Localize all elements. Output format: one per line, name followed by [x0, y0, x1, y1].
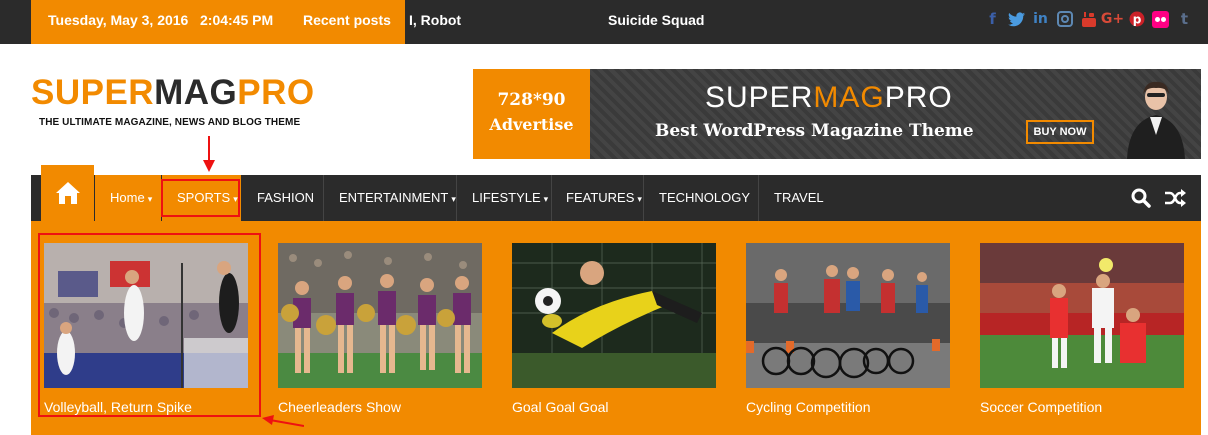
post-title: Soccer Competition: [980, 399, 1103, 415]
tumblr-icon[interactable]: t: [1175, 10, 1194, 29]
highlight-box-post: [38, 233, 261, 417]
chevron-down-icon: ▾: [147, 194, 153, 204]
mega-post-card[interactable]: Cycling Competition: [746, 243, 950, 415]
post-thumbnail: [980, 243, 1184, 388]
nav-item-technology[interactable]: TECHNOLOGY: [644, 175, 759, 221]
twitter-icon[interactable]: [1007, 10, 1026, 29]
chevron-down-icon: ▾: [637, 194, 642, 204]
nav-item-entertainment[interactable]: ENTERTAINMENT ▾: [324, 175, 457, 221]
google-plus-icon[interactable]: G+: [1101, 10, 1124, 29]
annotation-arrow-left: [262, 415, 304, 427]
ad-model-image: [1127, 81, 1185, 159]
social-links: f in G+ p t: [983, 8, 1194, 30]
ad-brand: SUPERMAGPRO: [705, 81, 953, 114]
ticker-item[interactable]: Suicide Squad: [608, 0, 704, 40]
top-bar: Tuesday, May 3, 2016 2:04:45 PM Recent p…: [0, 0, 1208, 44]
ad-subtitle: Best WordPress Magazine Theme: [655, 121, 974, 141]
ad-placeholder: 728*90 Advertise: [473, 69, 590, 159]
nav-item-fashion[interactable]: FASHION: [242, 175, 324, 221]
ad-advertise-label: Advertise: [489, 115, 574, 134]
flickr-icon[interactable]: [1151, 10, 1170, 29]
highlight-box-sports: [161, 179, 240, 217]
chevron-down-icon: ▾: [543, 194, 549, 204]
nav-item-travel[interactable]: TRAVEL: [759, 175, 839, 221]
site-tagline: THE ULTIMATE MAGAZINE, NEWS AND BLOG THE…: [39, 117, 301, 128]
home-button[interactable]: [41, 165, 94, 221]
instagram-icon[interactable]: [1055, 10, 1074, 29]
recent-posts-label: Recent posts: [287, 0, 405, 44]
post-thumbnail: [512, 243, 716, 388]
nav-item-home[interactable]: Home ▾: [95, 175, 161, 221]
post-title: Goal Goal Goal: [512, 399, 609, 415]
mega-post-card[interactable]: Cheerleaders Show: [278, 243, 482, 415]
nav-item-features[interactable]: FEATURES ▾: [551, 175, 644, 221]
site-logo[interactable]: SUPERMAGPRO: [31, 73, 315, 113]
annotation-arrow-down: [203, 136, 215, 172]
post-thumbnail: [746, 243, 950, 388]
pinterest-icon[interactable]: p: [1127, 10, 1146, 29]
nav-item-lifestyle[interactable]: LIFESTYLE ▾: [457, 175, 552, 221]
youtube-icon[interactable]: [1079, 10, 1098, 29]
search-icon[interactable]: [1130, 187, 1152, 209]
home-icon: [55, 182, 80, 204]
ad-buy-now-button[interactable]: BUY NOW: [1026, 120, 1094, 144]
current-date: Tuesday, May 3, 2016: [48, 12, 189, 28]
svg-text:p: p: [1132, 13, 1141, 27]
shuffle-icon[interactable]: [1164, 187, 1186, 209]
date-time: Tuesday, May 3, 2016 2:04:45 PM: [31, 0, 287, 44]
mega-post-card[interactable]: Goal Goal Goal: [512, 243, 716, 415]
chevron-down-icon: ▾: [451, 194, 456, 204]
current-time: 2:04:45 PM: [200, 12, 274, 28]
facebook-icon[interactable]: f: [983, 10, 1002, 29]
mega-post-card[interactable]: Soccer Competition: [980, 243, 1184, 415]
post-title: Cheerleaders Show: [278, 399, 401, 415]
linkedin-icon[interactable]: in: [1031, 10, 1050, 29]
post-thumbnail: [278, 243, 482, 388]
post-title: Cycling Competition: [746, 399, 871, 415]
ticker-item[interactable]: I, Robot: [409, 0, 461, 40]
header-ad-banner[interactable]: 728*90 Advertise SUPERMAGPRO Best WordPr…: [473, 69, 1201, 159]
ad-size: 728*90: [497, 90, 566, 110]
page: Tuesday, May 3, 2016 2:04:45 PM Recent p…: [0, 0, 1208, 435]
